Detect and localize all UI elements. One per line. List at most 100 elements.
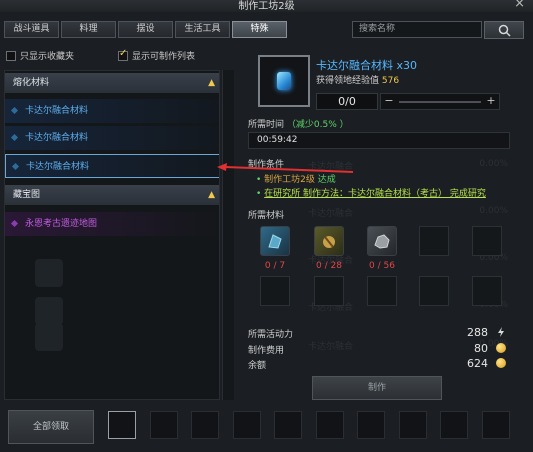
- craftable-checkbox[interactable]: [118, 48, 128, 61]
- exp-value: 576: [381, 76, 400, 86]
- condition-research-text[interactable]: 在研究所 制作方法：卡达尔融合材料（考古） 完成研究: [264, 189, 486, 199]
- condition-workshop-text: 制作工坊2级: [264, 175, 315, 185]
- empty-material-slot: [260, 276, 290, 306]
- close-icon[interactable]: ×: [514, 0, 525, 11]
- search-input[interactable]: 搜索名称: [352, 21, 482, 38]
- background-row-value: 0.00%: [479, 159, 508, 169]
- minus-icon[interactable]: −: [381, 94, 397, 109]
- time-label: 所需时间: [248, 120, 285, 130]
- cost-value: 80: [474, 342, 488, 355]
- empty-material-slot: [419, 226, 449, 256]
- collapse-icon[interactable]: ▲: [208, 73, 215, 93]
- annotation-arrow: [217, 163, 354, 173]
- queue-slot[interactable]: [357, 411, 385, 439]
- quantity-display[interactable]: 0/0: [316, 93, 378, 110]
- product-name: 卡达尔融合材料 x30: [316, 59, 418, 72]
- tab-battle-items[interactable]: 战斗道具: [4, 21, 59, 38]
- collapse-icon[interactable]: ▲: [208, 185, 215, 205]
- exp-label: 获得领地经验值: [316, 76, 380, 86]
- condition-workshop-status: 达成: [314, 175, 336, 185]
- make-button[interactable]: 制作: [312, 376, 442, 400]
- balance-value: 624: [467, 357, 488, 370]
- craftable-list-label: 显示可制作列表: [132, 52, 196, 62]
- queue-slot[interactable]: [274, 411, 302, 439]
- background-row: 卡达尔融合 0.00%: [248, 206, 528, 224]
- activity-row: 所需活动力 288: [248, 326, 514, 340]
- queue-slot[interactable]: [482, 411, 510, 439]
- category-tabs: 战斗道具 料理 摆设 生活工具 特殊: [4, 21, 289, 38]
- claim-all-button[interactable]: 全部领取: [8, 410, 94, 444]
- empty-material-slot: [367, 276, 397, 306]
- product-icon[interactable]: [258, 55, 310, 107]
- blue-crystal-icon: [268, 234, 282, 249]
- background-row-label: 卡达尔融合: [308, 209, 354, 219]
- empty-material-slot: [472, 226, 502, 256]
- recipe-item[interactable]: 卡达尔融合材料: [5, 99, 219, 123]
- category-header-treasure-map[interactable]: 藏宝图 ▲: [5, 185, 219, 205]
- empty-material-slot: [472, 276, 502, 306]
- item-bullet-icon: [10, 106, 19, 115]
- category-header-melting[interactable]: 熔化材料 ▲: [5, 73, 219, 93]
- queue-slot[interactable]: [440, 411, 468, 439]
- recipe-item-label: 卡达尔融合材料: [25, 133, 89, 143]
- recipe-item-selected[interactable]: 卡达尔融合材料: [5, 154, 219, 178]
- search-button[interactable]: [484, 21, 524, 39]
- queue-slot[interactable]: [150, 411, 178, 439]
- gold-coin-icon: [496, 343, 506, 353]
- queue-slot[interactable]: [233, 411, 261, 439]
- recipe-item[interactable]: 永恩考古遗迹地图: [5, 212, 219, 236]
- materials-label: 所需材料: [248, 211, 285, 221]
- favorites-only-label: 只显示收藏夹: [20, 52, 75, 62]
- gold-coin-icon: [496, 358, 506, 368]
- time-label-row: 所需时间 （减少0.5% ）: [248, 117, 349, 130]
- craftable-list-toggle[interactable]: 显示可制作列表: [118, 48, 196, 62]
- tab-cooking[interactable]: 料理: [61, 21, 116, 38]
- balance-label: 余额: [248, 361, 267, 371]
- item-bullet-icon: [10, 219, 19, 228]
- faded-item-icon: [35, 259, 63, 287]
- recipe-item-label: 永恩考古遗迹地图: [25, 219, 98, 229]
- faded-item-icon: [35, 297, 63, 325]
- cost-label: 制作费用: [248, 346, 285, 356]
- herb-bundle-icon: [323, 236, 335, 248]
- cost-row: 制作费用 80: [248, 342, 514, 356]
- energy-icon: [498, 327, 504, 337]
- list-scrollbar[interactable]: [222, 70, 234, 400]
- material-slot[interactable]: [367, 226, 397, 256]
- gem-icon: [277, 72, 291, 90]
- material-count: 0 / 28: [316, 261, 342, 271]
- recipe-list: 熔化材料 ▲ 卡达尔融合材料 卡达尔融合材料 卡达尔融合材料 藏宝图 ▲ 永恩考…: [4, 70, 220, 400]
- item-bullet-icon: [10, 133, 19, 142]
- material-slot[interactable]: [260, 226, 290, 256]
- plus-icon[interactable]: +: [483, 94, 499, 109]
- empty-material-slot: [419, 276, 449, 306]
- favorites-only-toggle[interactable]: 只显示收藏夹: [6, 49, 74, 62]
- empty-material-slot: [314, 276, 344, 306]
- queue-slot[interactable]: [316, 411, 344, 439]
- balance-row: 余额 624: [248, 357, 514, 371]
- category-label: 藏宝图: [13, 190, 41, 200]
- product-exp: 获得领地经验值 576: [316, 73, 399, 86]
- window-title: 制作工坊2级: [238, 1, 295, 12]
- queue-slot[interactable]: [191, 411, 219, 439]
- queue-slot[interactable]: [108, 411, 136, 439]
- search-icon: [498, 24, 511, 37]
- time-reduction: （减少0.5% ）: [286, 120, 349, 130]
- tab-special[interactable]: 特殊: [232, 21, 287, 38]
- recipe-item[interactable]: 卡达尔融合材料: [5, 126, 219, 150]
- queue-slot[interactable]: [399, 411, 427, 439]
- favorites-checkbox[interactable]: [6, 50, 16, 61]
- item-bullet-icon: [11, 162, 20, 171]
- material-count: 0 / 7: [264, 261, 286, 271]
- material-slot[interactable]: [314, 226, 344, 256]
- ore-chunk-icon: [374, 234, 390, 249]
- quantity-slider[interactable]: − +: [380, 93, 500, 110]
- material-count: 0 / 56: [369, 261, 395, 271]
- tab-life-tools[interactable]: 生活工具: [175, 21, 230, 38]
- background-row-value: 0.00%: [479, 206, 508, 216]
- recipe-item-label: 卡达尔融合材料: [26, 162, 90, 172]
- faded-item-icon: [35, 323, 63, 351]
- slider-track[interactable]: [399, 101, 481, 103]
- condition-research: • 在研究所 制作方法：卡达尔融合材料（考古） 完成研究: [256, 189, 486, 199]
- tab-decorations[interactable]: 摆设: [118, 21, 173, 38]
